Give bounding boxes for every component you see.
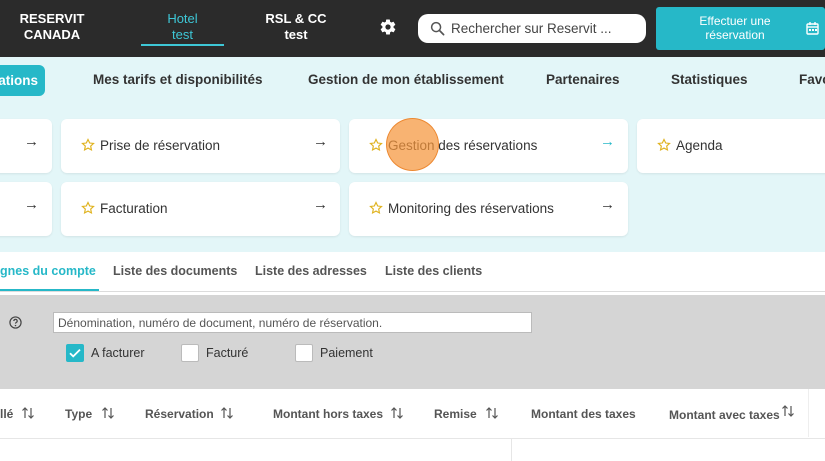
checkmark-icon (69, 348, 81, 358)
gear-icon[interactable] (379, 18, 397, 36)
star-icon[interactable] (369, 138, 383, 152)
tab-account-lines[interactable]: gnes du compte (0, 264, 96, 278)
checkbox-label: A facturer (91, 346, 145, 360)
nav-item-statistics[interactable]: Statistiques (671, 72, 748, 87)
table-scroll-area[interactable] (808, 389, 825, 437)
column-divider (511, 439, 512, 461)
favorite-card-billing[interactable]: Facturation → (61, 182, 340, 236)
nav-item-partners[interactable]: Partenaires (546, 72, 620, 87)
sort-icon[interactable] (390, 406, 404, 420)
search-placeholder: Rechercher sur Reservit ... (451, 21, 612, 36)
filter-panel: Dénomination, numéro de document, numéro… (0, 295, 825, 389)
checkbox-invoiced[interactable] (181, 344, 199, 362)
click-indicator (386, 118, 439, 171)
column-header-amount-excl-tax[interactable]: Montant hors taxes (273, 407, 383, 421)
favorite-card-booking[interactable]: Prise de réservation → (61, 119, 340, 173)
arrow-right-icon: → (313, 196, 328, 213)
active-tab-underline (0, 289, 99, 291)
document-search-input[interactable]: Dénomination, numéro de document, numéro… (53, 312, 532, 333)
favorite-card-label: Facturation (100, 201, 168, 216)
star-icon[interactable] (369, 201, 383, 215)
checkbox-payment[interactable] (295, 344, 313, 362)
nav-item-favorites[interactable]: Favo (799, 72, 825, 87)
favorite-card-label: Agenda (676, 138, 723, 153)
star-icon[interactable] (657, 138, 671, 152)
sort-icon[interactable] (21, 406, 35, 420)
sort-icon[interactable] (101, 406, 115, 420)
checkbox-label: Facturé (206, 346, 249, 360)
nav-item-property-management[interactable]: Gestion de mon établissement (308, 72, 504, 87)
star-icon[interactable] (81, 201, 95, 215)
arrow-right-icon: → (313, 133, 328, 150)
tab-hotel[interactable]: Hotel test (141, 11, 224, 43)
tab-hotel-underline (141, 44, 224, 46)
column-header-reservation[interactable]: Réservation (145, 407, 214, 421)
nav-item-reservations[interactable]: ations (0, 65, 45, 96)
column-header-discount[interactable]: Remise (434, 407, 477, 421)
favorite-card-label: Monitoring des réservations (388, 201, 554, 216)
column-header-tax-amount[interactable]: Montant des taxes (531, 407, 636, 421)
tab-addresses-list[interactable]: Liste des adresses (255, 264, 367, 278)
main-navigation: ations Mes tarifs et disponibilités Gest… (0, 57, 825, 104)
star-icon[interactable] (81, 138, 95, 152)
calendar-icon (806, 22, 819, 35)
column-header-type[interactable]: Type (65, 407, 92, 421)
search-icon (430, 21, 445, 36)
account-tabs: gnes du compte Liste des documents Liste… (0, 252, 825, 292)
checkbox-to-invoice[interactable] (66, 344, 84, 362)
favorite-card-label: Prise de réservation (100, 138, 221, 153)
book-reservation-label: Effectuer une réservation (699, 14, 771, 42)
arrow-right-icon: → (24, 133, 39, 150)
table-header: llé Type Réservation Montant hors taxes … (0, 389, 825, 439)
favorite-card-agenda[interactable]: Agenda (637, 119, 825, 173)
nav-item-rates-availability[interactable]: Mes tarifs et disponibilités (93, 72, 263, 87)
arrow-right-icon: → (600, 196, 615, 213)
checkbox-label: Paiement (320, 346, 373, 360)
book-reservation-button[interactable]: Effectuer une réservation (656, 7, 825, 50)
help-icon[interactable] (9, 316, 22, 329)
top-bar: RESERVIT CANADA Hotel test RSL & CC test Re… (0, 0, 825, 57)
arrow-right-icon: → (600, 133, 615, 150)
tab-rsl-cc[interactable]: RSL & CC test (255, 11, 337, 43)
favorite-card-partial[interactable]: → (0, 119, 52, 173)
sort-icon[interactable] (781, 404, 795, 418)
tab-clients-list[interactable]: Liste des clients (385, 264, 482, 278)
global-search-input[interactable]: Rechercher sur Reservit ... (418, 14, 646, 43)
favorite-card-partial[interactable]: → (0, 182, 52, 236)
brand-logo[interactable]: RESERVIT CANADA (0, 11, 104, 43)
column-header-label[interactable]: llé (0, 407, 13, 421)
favorite-card-monitoring[interactable]: Monitoring des réservations → (349, 182, 628, 236)
column-header-amount-incl-tax[interactable]: Montant avec taxes (669, 408, 780, 422)
sort-icon[interactable] (485, 406, 499, 420)
tab-documents-list[interactable]: Liste des documents (113, 264, 237, 278)
arrow-right-icon: → (24, 196, 39, 213)
sort-icon[interactable] (220, 406, 234, 420)
